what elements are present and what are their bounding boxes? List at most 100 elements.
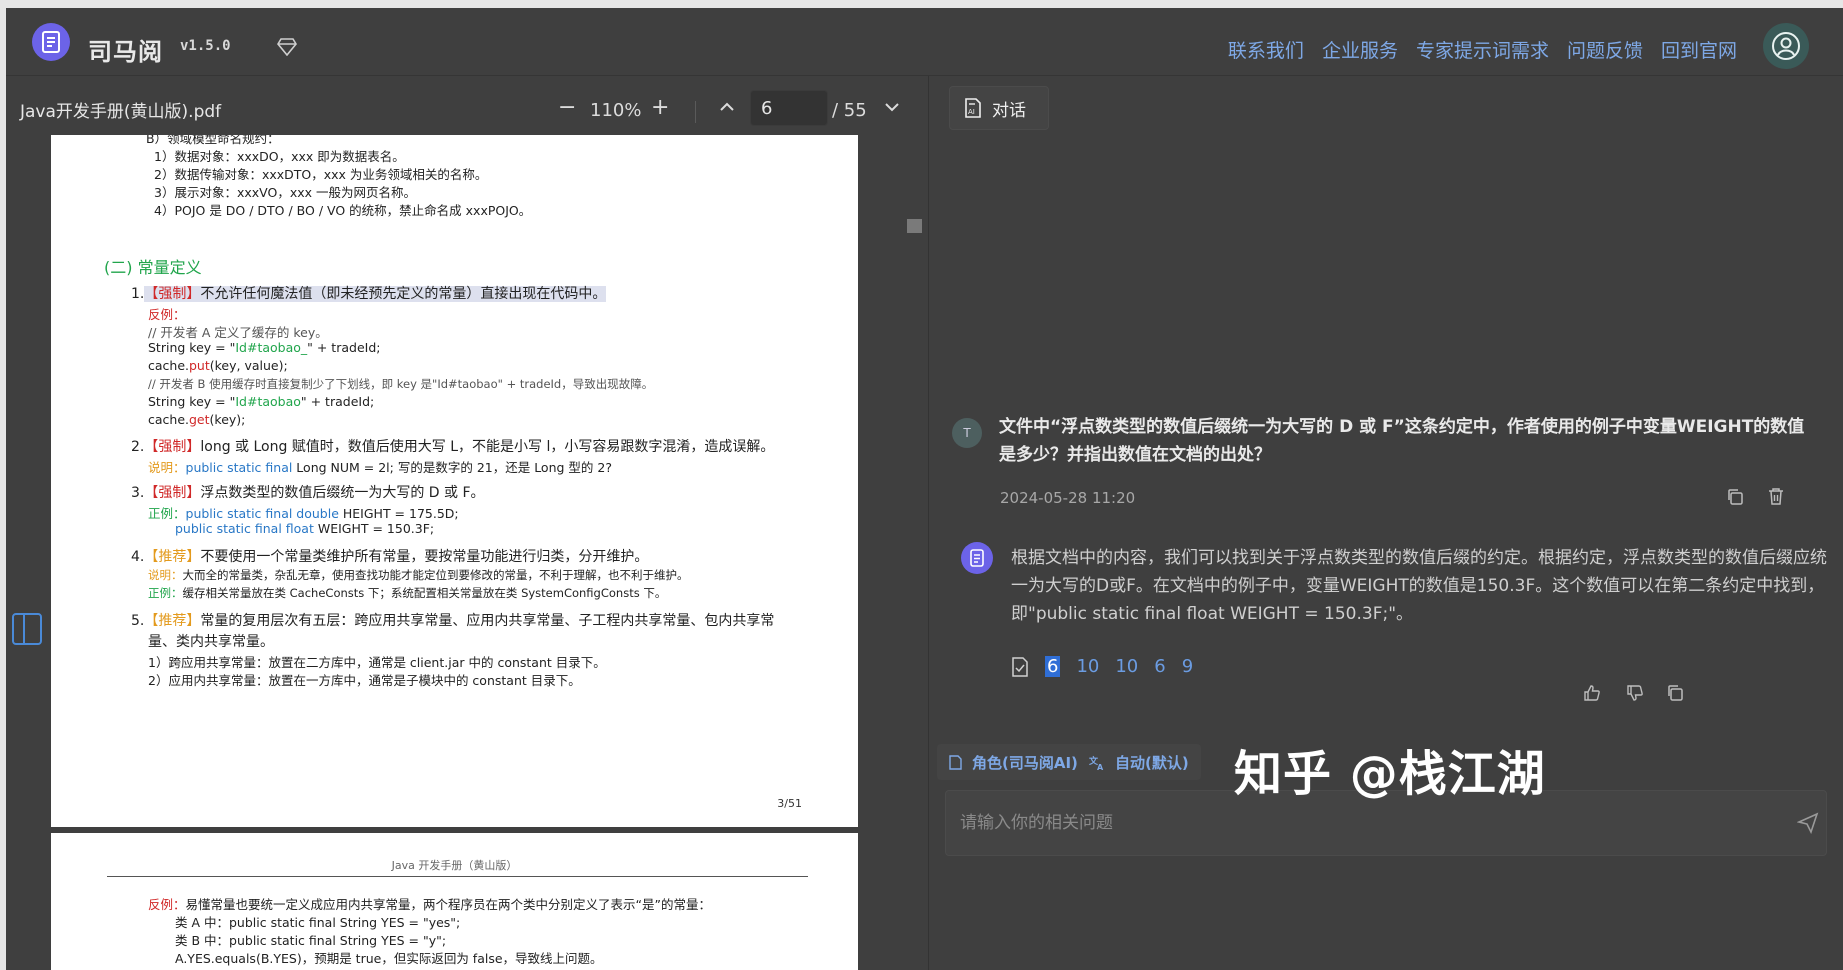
- code-text: cache.: [148, 412, 189, 427]
- thumbs-up-icon[interactable]: [1583, 684, 1601, 706]
- copy-icon[interactable]: [1726, 488, 1744, 510]
- trash-icon[interactable]: [1767, 487, 1785, 510]
- code-text: " + tradeId;: [307, 340, 381, 355]
- next-page-button[interactable]: [884, 97, 900, 122]
- code-text: " + tradeId;: [300, 394, 375, 409]
- zoom-out-button[interactable]: −: [558, 97, 576, 119]
- rule-4: 4.【推荐】不要使用一个常量类维护所有常量，要按常量功能进行归类，分开维护。: [131, 546, 648, 566]
- nav-contact-us[interactable]: 联系我们: [1228, 36, 1304, 63]
- chat-tab-label: 对话: [992, 100, 1026, 121]
- svg-text:AI: AI: [968, 108, 975, 116]
- code-line: cache.get(key);: [148, 412, 245, 427]
- counter-label: 反例：: [148, 307, 186, 322]
- send-icon[interactable]: [1796, 812, 1819, 838]
- code-keyword: put: [189, 358, 210, 373]
- ai-document-icon: AI: [965, 98, 981, 118]
- rule-number: 5.: [131, 613, 145, 629]
- code-text: HEIGHT = 175.5D;: [338, 506, 459, 521]
- page-total: / 55: [832, 100, 867, 121]
- rule-text-cont: 量、类内共享常量。: [148, 634, 274, 650]
- pdf-page: Java 开发手册（黄山版） 反例：易懂常量也要统一定义成应用内共享常量，两个程…: [51, 833, 858, 970]
- nav-expert-prompt[interactable]: 专家提示词需求: [1416, 36, 1549, 63]
- code-string: Id#taobao: [235, 394, 301, 409]
- zoom-level: 110%: [590, 100, 642, 121]
- code-text: String key = ": [148, 340, 236, 355]
- rule-number: 1.: [131, 286, 145, 302]
- zoom-in-button[interactable]: +: [651, 97, 669, 119]
- rule-item: 1）跨应用共享常量：放置在二方库中，通常是 client.jar 中的 cons…: [148, 655, 606, 670]
- language-label: 自动(默认): [1115, 753, 1189, 772]
- top-header: 司马阅 v1.5.0 联系我们 企业服务 专家提示词需求 问题反馈 回到官网: [6, 8, 1843, 76]
- code-keyword: public static final float: [175, 521, 314, 536]
- nav-enterprise-service[interactable]: 企业服务: [1322, 36, 1398, 63]
- role-label: 角色(司马阅AI): [972, 753, 1078, 772]
- answer-text: 根据文档中的内容，我们可以找到关于浮点数类型的数值后缀的约定。根据约定，浮点数类…: [1011, 548, 1827, 624]
- code-text: cache.: [148, 358, 189, 373]
- logo-icon[interactable]: [32, 23, 70, 61]
- rule-note: 说明：大而全的常量类，杂乱无章，使用查找功能才能定位到要修改的常量，不利于理解，…: [148, 567, 689, 583]
- code-text: (key, value);: [209, 358, 288, 373]
- copy-answer-icon[interactable]: [1666, 684, 1684, 706]
- pdf-page: B）领域模型命名规约： 1）数据对象：xxxDO，xxx 即为数据表名。 2）数…: [51, 135, 858, 827]
- assistant-avatar-icon: [961, 542, 993, 574]
- prev-page-button[interactable]: [719, 97, 735, 122]
- rule-tag: 【强制】: [144, 485, 201, 501]
- example-label: 正例：: [148, 586, 183, 600]
- language-selector[interactable]: 文A 自动(默认): [1077, 744, 1201, 780]
- reference-link[interactable]: 10: [1115, 656, 1138, 677]
- reference-link[interactable]: 6: [1154, 656, 1165, 677]
- example-label: 正例：: [148, 506, 186, 521]
- code-text: String key = ": [148, 394, 236, 409]
- example-text: 缓存相关常量放在类 CacheConsts 下；系统配置相关常量放在类 Syst…: [182, 586, 667, 600]
- watermark: 知乎 @栈江湖: [1234, 746, 1546, 802]
- doc-line: 1）数据对象：xxxDO，xxx 即为数据表名。: [154, 149, 405, 164]
- code-text: (key);: [209, 412, 246, 427]
- reference-link[interactable]: 10: [1076, 656, 1099, 677]
- rule-number: 2.: [131, 439, 145, 455]
- rule-tag: 【推荐】: [144, 549, 201, 565]
- question-timestamp: 2024-05-28 11:20: [1000, 489, 1136, 507]
- app-version: v1.5.0: [180, 38, 231, 54]
- top-nav: 联系我们 企业服务 专家提示词需求 问题反馈 回到官网: [1228, 36, 1737, 63]
- reference-link[interactable]: 6: [1045, 656, 1061, 677]
- role-selector[interactable]: 角色(司马阅AI): [937, 744, 1090, 780]
- chat-tab[interactable]: AI 对话: [949, 86, 1049, 130]
- nav-official-site[interactable]: 回到官网: [1661, 36, 1737, 63]
- thumbs-down-icon[interactable]: [1626, 684, 1644, 706]
- pdf-viewer[interactable]: B）领域模型命名规约： 1）数据对象：xxxDO，xxx 即为数据表名。 2）数…: [6, 135, 928, 970]
- rule-note: 说明：public static final Long NUM = 2l; 写的…: [148, 457, 612, 476]
- rule-text: 浮点数类型的数值后缀统一为大写的 D 或 F。: [200, 485, 485, 501]
- question-avatar: T: [952, 418, 982, 448]
- rule-tag: 【强制】: [144, 286, 201, 302]
- code-line: 类 A 中：public static final String YES = "…: [175, 915, 461, 930]
- rule-5: 5.【推荐】常量的复用层次有五层：跨应用共享常量、应用内共享常量、子工程内共享常…: [131, 610, 774, 630]
- doc-line: 2）数据传输对象：xxxDTO，xxx 为业务领域相关的名称。: [154, 167, 488, 182]
- code-text: WEIGHT = 150.3F;: [313, 521, 435, 536]
- nav-feedback[interactable]: 问题反馈: [1567, 36, 1643, 63]
- code-line: 类 B 中：public static final String YES = "…: [175, 933, 447, 948]
- svg-text:A: A: [1097, 763, 1104, 770]
- pdf-scrollbar-thumb[interactable]: [907, 219, 922, 233]
- code-keyword: get: [189, 412, 210, 427]
- rule-1: 1.【强制】不允许任何魔法值（即未经预先定义的常量）直接出现在代码中。: [131, 283, 607, 303]
- document-icon: [949, 754, 962, 770]
- reference-icon: [1012, 656, 1028, 677]
- pdf-filename: Java开发手册(黄山版).pdf: [20, 102, 222, 122]
- rule-item: 2）应用内共享常量：放置在一方库中，通常是子模块中的 constant 目录下。: [148, 673, 581, 688]
- rule-text: 不要使用一个常量类维护所有常量，要按常量功能进行归类，分开维护。: [200, 549, 649, 565]
- rule-3: 3.【强制】浮点数类型的数值后缀统一为大写的 D 或 F。: [131, 482, 485, 502]
- section-title: (二) 常量定义: [104, 258, 202, 277]
- pdf-toolbar: Java开发手册(黄山版).pdf − 110% + / 55: [6, 83, 928, 135]
- reference-link[interactable]: 9: [1182, 656, 1193, 677]
- code-line: // 开发者 A 定义了缓存的 key。: [148, 325, 328, 340]
- sidebar-toggle-icon[interactable]: [12, 613, 42, 645]
- user-avatar-icon[interactable]: [1763, 23, 1809, 69]
- page-number-input[interactable]: [750, 90, 828, 126]
- doc-line: 4）POJO 是 DO / DTO / BO / VO 的统称，禁止命名成 xx…: [154, 203, 532, 218]
- code-keyword: public static final: [185, 460, 293, 475]
- diamond-icon[interactable]: [277, 38, 297, 60]
- doc-line: 3）展示对象：xxxVO，xxx 一般为网页名称。: [154, 185, 416, 200]
- note-text: Long NUM = 2l; 写的是数字的 21，还是 Long 型的 2?: [292, 460, 612, 475]
- code-string: Id#taobao_: [235, 340, 308, 355]
- pdf-page-number: 3/51: [777, 797, 802, 810]
